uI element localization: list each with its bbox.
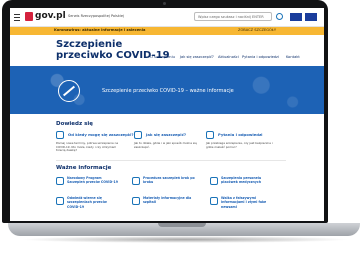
language-button[interactable]: [290, 13, 302, 21]
alert-bar: Koronawirus: aktualne informacje i zalec…: [10, 27, 324, 35]
info-label[interactable]: Szczepienia personelu placówek medycznyc…: [221, 176, 273, 185]
document-icon: [56, 197, 64, 205]
info-item-personel[interactable]: Szczepienia personelu placówek medycznyc…: [210, 176, 274, 190]
alert-link[interactable]: ZOBACZ SZCZEGÓŁY: [238, 28, 276, 32]
laptop-notch: [158, 223, 206, 227]
info-label[interactable]: Procedura szczepień krok po kroku: [143, 176, 195, 185]
card-title[interactable]: Pytania i odpowiedzi: [218, 132, 262, 137]
chat-icon: [206, 131, 214, 139]
info-label[interactable]: Narodowy Program Szczepień przeciw COVID…: [67, 176, 119, 185]
folder-icon: [132, 197, 140, 205]
camera-dot: [163, 2, 166, 5]
info-item-program[interactable]: Narodowy Program Szczepień przeciw COVID…: [56, 176, 120, 190]
search-input[interactable]: Wpisz czego szukasz i naciśnij ENTER: [194, 12, 272, 21]
nav-item-o-szczepieniu[interactable]: O szczepieniu: [150, 55, 175, 59]
top-bar: gov.pl Serwis Rzeczypospolitej Polskiej …: [10, 8, 324, 27]
nav-item-pytania[interactable]: Pytania i odpowiedzi: [242, 55, 279, 59]
eagle-logo-icon: [25, 12, 33, 21]
card-title[interactable]: Jak się zaszczepić?: [146, 132, 186, 137]
nav-item-aktualnosci[interactable]: Aktualności: [218, 55, 239, 59]
service-name: Serwis Rzeczypospolitej Polskiej: [68, 14, 124, 18]
info-item-materialy[interactable]: Materiały informacyjne dla szpitali: [132, 196, 196, 210]
syringe-icon: [58, 80, 80, 102]
calendar-icon: [56, 131, 64, 139]
laptop-base: [8, 223, 360, 236]
laptop-screen: gov.pl Serwis Rzeczypospolitej Polskiej …: [10, 8, 324, 221]
nav-item-jak-sie-zaszczepic[interactable]: Jak się zaszczepić?: [180, 55, 214, 59]
search-icon[interactable]: [276, 13, 283, 20]
info-label[interactable]: Odwiedź wierne się szczepieniach przeciw…: [67, 196, 119, 209]
shield-icon: [134, 131, 142, 139]
section-title-wazne: Ważne informacje: [56, 165, 112, 171]
divider: [56, 160, 286, 161]
info-label[interactable]: Walka z fałszywymi informacjami i złymi …: [221, 196, 273, 209]
info-item-odwiedz[interactable]: Odwiedź wierne się szczepieniach przeciw…: [56, 196, 120, 210]
card-desc: Jak przebiega szczepienie, czy jest bezp…: [206, 141, 273, 149]
section-title-dowiedz: Dowiedz się: [56, 121, 93, 127]
document-icon: [56, 177, 64, 185]
laptop-shadow: [20, 236, 350, 243]
card-title[interactable]: Od kiedy mogę się zaszczepić?: [68, 132, 134, 137]
hero-banner: Szczepienie przeciwko COVID-19 – ważne i…: [10, 66, 324, 114]
nav-item-kontakt[interactable]: Kontakt: [286, 55, 300, 59]
gov-logo[interactable]: gov.pl: [35, 11, 66, 21]
info-item-procedura[interactable]: Procedura szczepień krok po kroku: [132, 176, 196, 190]
medical-icon: [210, 177, 218, 185]
card-desc: Jak to działa, gdzie i w jaki sposób moż…: [134, 141, 197, 149]
eu-flag-icon: [305, 13, 317, 21]
steps-icon: [132, 177, 140, 185]
hero-text: Szczepienie przeciwko COVID-19 – ważne i…: [102, 88, 234, 94]
card-desc: Poznaj nowe terminy, potrwa szczepienie …: [56, 141, 119, 153]
menu-icon[interactable]: [14, 14, 20, 21]
info-item-fake-news[interactable]: Walka z fałszywymi informacjami i złymi …: [210, 196, 274, 210]
warning-icon: [210, 197, 218, 205]
laptop-lid: gov.pl Serwis Rzeczypospolitej Polskiej …: [2, 0, 328, 223]
alert-text: Koronawirus: aktualne informacje i zalec…: [54, 28, 146, 32]
info-label[interactable]: Materiały informacyjne dla szpitali: [143, 196, 195, 205]
